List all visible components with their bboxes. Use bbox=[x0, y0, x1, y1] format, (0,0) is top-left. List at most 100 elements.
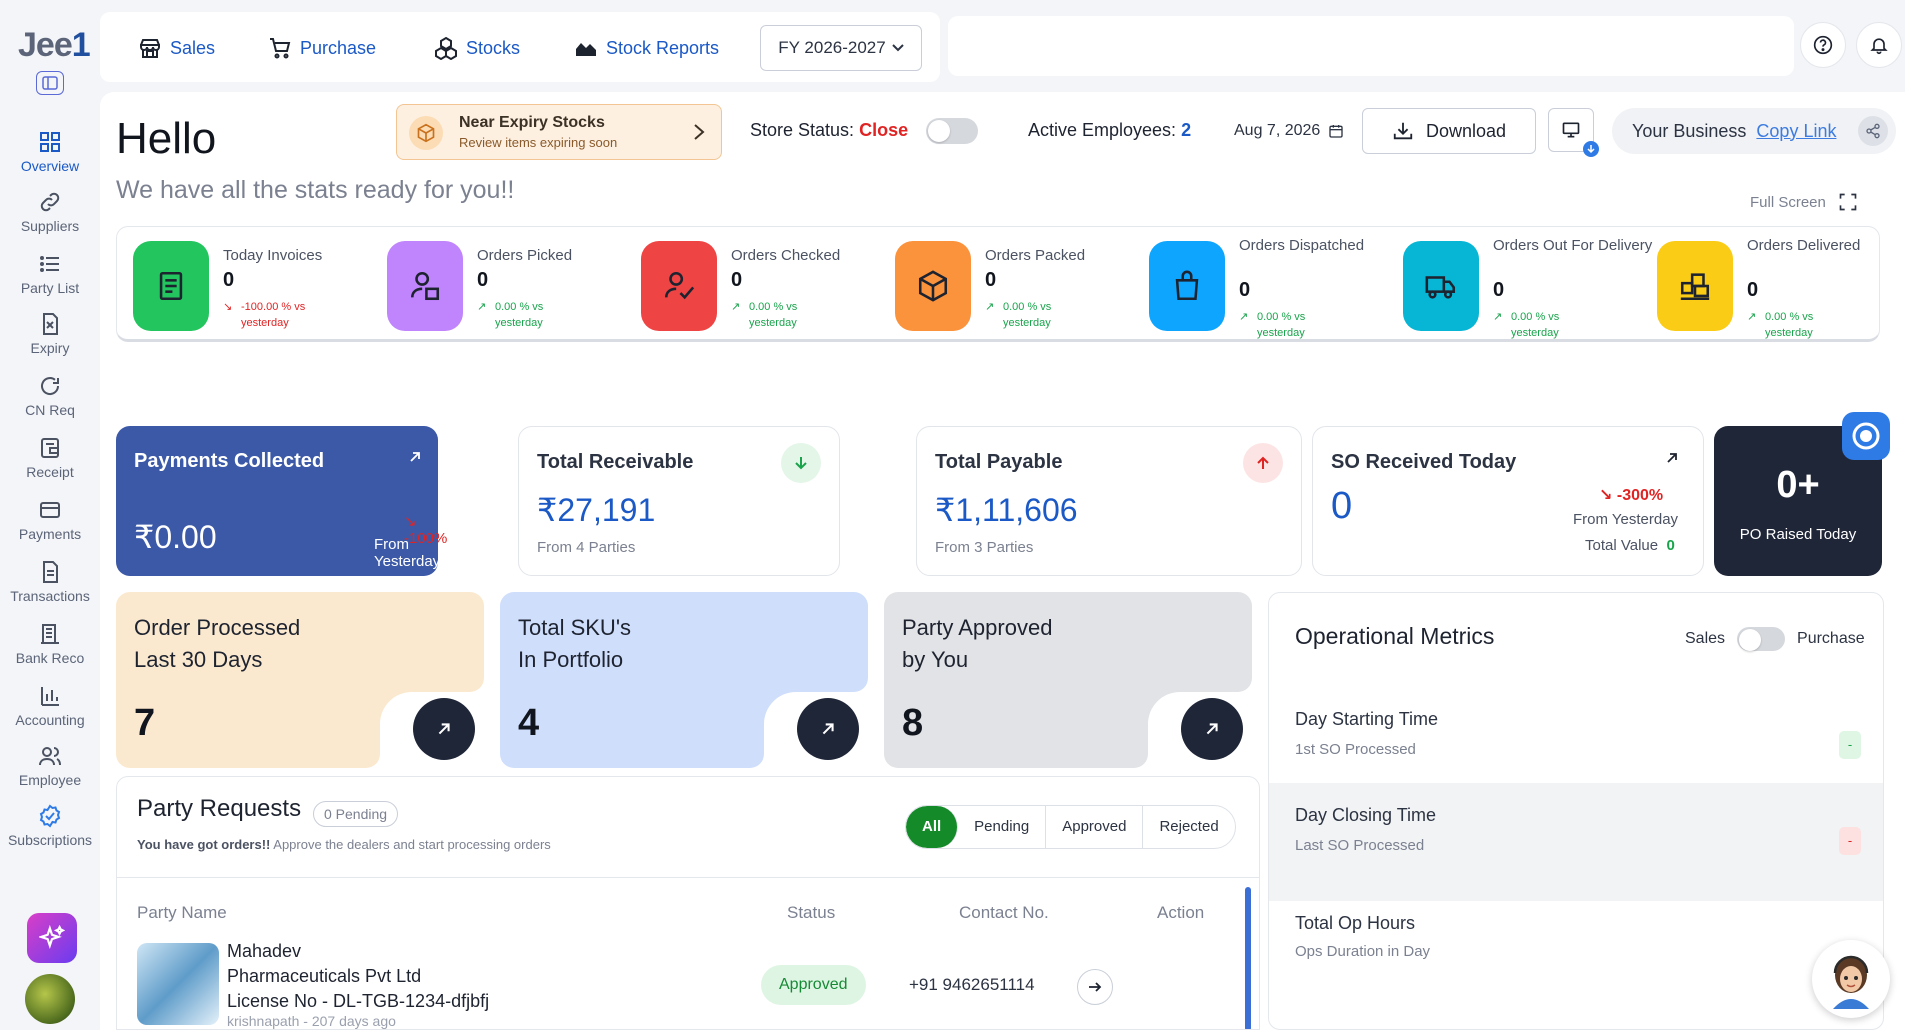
stat-change: ↗ 0.00 % vs yesterday bbox=[731, 301, 798, 329]
arrow-up-right-icon[interactable] bbox=[1181, 698, 1243, 760]
filter-all[interactable]: All bbox=[906, 806, 959, 848]
sidebar-item-cn-req[interactable]: CN Req bbox=[0, 374, 100, 418]
stat-today-invoices[interactable]: Today Invoices 0 ↘ -100.00 % vs yesterday bbox=[133, 241, 383, 331]
party-approved-card[interactable]: Party Approved by You 8 bbox=[884, 592, 1252, 768]
total-payable-card[interactable]: Total Payable ₹1,11,606 From 3 Parties bbox=[916, 426, 1302, 576]
sidebar-item-label: Subscriptions bbox=[7, 832, 93, 848]
sidebar-item-suppliers[interactable]: Suppliers bbox=[0, 190, 100, 234]
card-value: ₹0.00 bbox=[134, 519, 217, 555]
share-icon[interactable] bbox=[1858, 116, 1888, 146]
card-change: ↘ -300% bbox=[1599, 487, 1664, 504]
download-button[interactable]: Download bbox=[1362, 108, 1536, 154]
sidebar: Jee1 Overview Suppliers Party List Expir… bbox=[0, 0, 100, 1030]
assistant-launcher-icon[interactable] bbox=[1842, 412, 1890, 460]
date-picker[interactable]: Aug 7, 2026 bbox=[1234, 122, 1344, 140]
copy-link[interactable]: Copy Link bbox=[1756, 121, 1836, 142]
stat-change: ↗ 0.00 % vs yesterday bbox=[985, 301, 1052, 329]
fullscreen-toggle[interactable]: Full Screen bbox=[1750, 192, 1858, 212]
nav-sales[interactable]: Sales bbox=[138, 36, 215, 60]
app-logo[interactable]: Jee1 bbox=[18, 26, 91, 65]
sidebar-item-receipt[interactable]: Receipt bbox=[0, 436, 100, 480]
card-value: ₹27,191 bbox=[537, 492, 656, 528]
bank-icon bbox=[41, 624, 59, 644]
sidebar-item-accounting[interactable]: Accounting bbox=[0, 684, 100, 728]
party-meta: krishnapath - 207 days ago bbox=[227, 1013, 396, 1029]
sidebar-item-label: CN Req bbox=[25, 402, 75, 418]
arrow-up-right-icon[interactable] bbox=[797, 698, 859, 760]
package-icon bbox=[895, 241, 971, 331]
card-value: 4 bbox=[518, 702, 540, 744]
so-received-card[interactable]: SO Received Today 0 ↘ -300% From Yesterd… bbox=[1312, 426, 1704, 576]
top-search-area[interactable] bbox=[948, 16, 1794, 76]
bar-chart-icon bbox=[41, 687, 59, 706]
arrow-up-right-icon bbox=[410, 452, 420, 462]
stat-value: 0 bbox=[223, 269, 235, 291]
near-expiry-banner[interactable]: Near Expiry Stocks Review items expiring… bbox=[396, 104, 722, 160]
operational-metrics-panel: Operational Metrics Sales Purchase Day S… bbox=[1268, 592, 1884, 1030]
store-status-toggle[interactable] bbox=[926, 118, 978, 144]
filter-pending[interactable]: Pending bbox=[958, 806, 1047, 848]
box-icon bbox=[409, 116, 443, 150]
panel-title: Party Requests bbox=[137, 795, 302, 822]
nav-stocks[interactable]: Stocks bbox=[434, 36, 520, 60]
sidebar-item-payments[interactable]: Payments bbox=[0, 498, 100, 542]
filter-rejected[interactable]: Rejected bbox=[1143, 806, 1234, 848]
sidebar-item-label: Employee bbox=[18, 772, 82, 788]
total-receivable-card[interactable]: Total Receivable ₹27,191 From 4 Parties bbox=[518, 426, 840, 576]
sidebar-item-expiry[interactable]: Expiry bbox=[0, 312, 100, 356]
main-content: Hello We have all the stats ready for yo… bbox=[100, 92, 1905, 1030]
ops-toggle[interactable] bbox=[1737, 627, 1786, 651]
store-icon bbox=[140, 39, 160, 58]
expiry-file-icon bbox=[43, 313, 58, 335]
total-sku-card[interactable]: Total SKU's In Portfolio 4 bbox=[500, 592, 868, 768]
help-icon[interactable] bbox=[1800, 22, 1846, 68]
status-badge: Approved bbox=[761, 965, 866, 1005]
arrow-up-right-icon bbox=[1667, 453, 1677, 463]
ai-assistant-button[interactable] bbox=[27, 913, 77, 963]
sidebar-toggle-icon[interactable] bbox=[36, 71, 64, 95]
filter-segment: All Pending Approved Rejected bbox=[905, 805, 1236, 849]
sidebar-item-party-list[interactable]: Party List bbox=[0, 252, 100, 296]
top-navigation: Sales Purchase Stocks Stock Reports FY 2… bbox=[100, 12, 940, 82]
stat-orders-checked[interactable]: Orders Checked 0 ↗ 0.00 % vs yesterday bbox=[641, 241, 891, 331]
fiscal-year-select[interactable]: FY 2026-2027 bbox=[760, 25, 922, 71]
chatbot-avatar-icon[interactable] bbox=[1812, 940, 1890, 1018]
sidebar-item-employee[interactable]: Employee bbox=[0, 744, 100, 788]
invoice-icon bbox=[133, 241, 209, 331]
stat-orders-out-for-delivery[interactable]: Orders Out For Delivery 0 ↗ 0.00 % vs yes… bbox=[1403, 237, 1653, 339]
notification-bell-icon[interactable] bbox=[1856, 22, 1902, 68]
nav-purchase[interactable]: Purchase bbox=[268, 36, 376, 60]
order-stats-strip: Today Invoices 0 ↘ -100.00 % vs yesterday… bbox=[116, 226, 1880, 342]
total-op-hours: Total Op Hours Ops Duration in Day bbox=[1295, 913, 1431, 960]
sidebar-item-transactions[interactable]: Transactions bbox=[0, 560, 100, 604]
user-avatar[interactable] bbox=[25, 974, 75, 1024]
payments-collected-card[interactable]: Payments Collected ₹0.00 ↘ -100% From Ye… bbox=[116, 426, 447, 576]
stat-orders-dispatched[interactable]: Orders Dispatched 0 ↗ 0.00 % vs yesterday bbox=[1149, 237, 1399, 339]
day-closing-time: Day Closing Time Last SO Processed - bbox=[1269, 783, 1883, 901]
boxes-icon bbox=[435, 36, 457, 60]
arrow-up-right-icon[interactable] bbox=[413, 698, 475, 760]
stat-orders-packed[interactable]: Orders Packed 0 ↗ 0.00 % vs yesterday bbox=[895, 241, 1145, 331]
nav-stock-reports[interactable]: Stock Reports bbox=[574, 36, 719, 60]
cart-icon bbox=[270, 38, 291, 59]
sidebar-item-overview[interactable]: Overview bbox=[0, 122, 100, 182]
stat-orders-delivered[interactable]: Orders Delivered 0 ↗ 0.00 % vs yesterday bbox=[1657, 237, 1905, 339]
stat-change: ↗ 0.00 % vs yesterday bbox=[1747, 311, 1814, 339]
stat-label: Orders Packed bbox=[985, 247, 1086, 264]
stat-orders-picked[interactable]: Orders Picked 0 ↗ 0.00 % vs yesterday bbox=[387, 241, 637, 331]
download-icon bbox=[1393, 122, 1413, 140]
column-header: Contact No. bbox=[959, 903, 1049, 922]
pending-badge: 0 Pending bbox=[313, 801, 399, 827]
order-processed-card[interactable]: Order Processed Last 30 Days 7 bbox=[116, 592, 484, 768]
stat-value: 0 bbox=[1493, 279, 1505, 301]
arrow-up-icon bbox=[1243, 443, 1283, 483]
contact-number: +91 9462651114 bbox=[909, 975, 1035, 994]
filter-approved[interactable]: Approved bbox=[1046, 806, 1144, 848]
arrow-right-icon[interactable] bbox=[1077, 969, 1113, 1005]
monitor-icon bbox=[1562, 122, 1580, 138]
monitor-button[interactable] bbox=[1548, 108, 1599, 157]
scrollbar[interactable] bbox=[1245, 887, 1251, 1029]
sidebar-item-bank-reco[interactable]: Bank Reco bbox=[0, 622, 100, 666]
sidebar-item-subscriptions[interactable]: Subscriptions bbox=[0, 804, 100, 848]
card-from: From 3 Parties bbox=[935, 539, 1034, 556]
